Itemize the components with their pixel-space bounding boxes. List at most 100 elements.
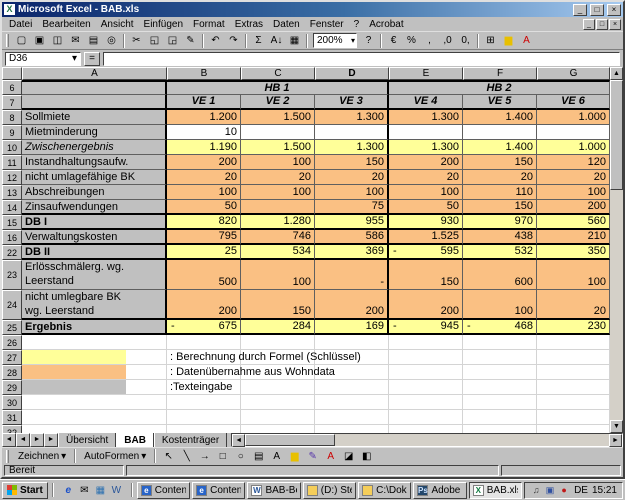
draw-menu-button[interactable]: Zeichnen ▾ — [14, 449, 70, 464]
start-button[interactable]: Start — [2, 482, 48, 499]
textbox-icon[interactable]: ▤ — [250, 448, 267, 464]
cell-D[interactable]: 586 — [315, 230, 389, 245]
menu-item-fenster[interactable]: Fenster — [305, 19, 349, 30]
task-button-adobe-photoshop[interactable]: PsAdobe Photoshop — [413, 482, 466, 499]
row-header-32[interactable]: 32 — [2, 425, 22, 433]
cell-C[interactable]: 20 — [241, 170, 315, 185]
zoom-select[interactable]: 200% ▾ — [313, 33, 357, 48]
line-color-icon[interactable]: ✎ — [304, 448, 321, 464]
cell-D32[interactable] — [315, 425, 389, 433]
cell-G[interactable]: 120 — [537, 155, 610, 170]
cell-C[interactable]: 100 — [241, 185, 315, 200]
cell-B[interactable]: 200 — [167, 155, 241, 170]
shadow-icon[interactable]: ◪ — [340, 448, 357, 464]
cell-G28[interactable] — [537, 365, 610, 380]
cell-D[interactable]: 1.300 — [315, 110, 389, 125]
autosum-icon[interactable]: Σ — [250, 33, 267, 49]
cell-A24[interactable]: nicht umlegbare BK wg. Leerstand — [22, 290, 167, 320]
cell-G[interactable]: 1.000 — [537, 140, 610, 155]
cell-C[interactable]: 284 — [241, 320, 315, 335]
cell-E[interactable]: 200 — [389, 290, 463, 320]
cell-B[interactable]: -675 — [167, 320, 241, 335]
cell-B[interactable]: 20 — [167, 170, 241, 185]
cell-F[interactable]: 100 — [463, 290, 537, 320]
cut-icon[interactable]: ✂ — [128, 33, 145, 49]
cell-E[interactable]: 50 — [389, 200, 463, 215]
chart-wizard-icon[interactable]: ▦ — [286, 33, 303, 49]
cell-D[interactable]: 75 — [315, 200, 389, 215]
font-color-icon[interactable]: A — [518, 33, 535, 49]
cell-F[interactable]: -468 — [463, 320, 537, 335]
column-header-ve-5[interactable]: VE 5 — [463, 95, 537, 110]
scroll-left-icon[interactable]: ◄ — [232, 434, 245, 447]
menu-item-extras[interactable]: Extras — [230, 19, 268, 30]
task-button-contenid[interactable]: eContenid... — [137, 482, 190, 499]
cell-G29[interactable] — [537, 380, 610, 395]
menu-item-help[interactable]: ? — [349, 19, 365, 30]
edit-formula-button[interactable]: = — [84, 52, 100, 66]
cell-G[interactable]: 1.000 — [537, 110, 610, 125]
cell-G[interactable] — [537, 125, 610, 140]
save-icon[interactable]: ◫ — [49, 33, 66, 49]
cell-C29[interactable] — [241, 380, 315, 395]
cell-E29[interactable] — [389, 380, 463, 395]
row-header-9[interactable]: 9 — [2, 125, 22, 140]
fill-color-icon[interactable]: ▆ — [286, 448, 303, 464]
cell-E[interactable]: 100 — [389, 185, 463, 200]
menu-item-einfügen[interactable]: Einfügen — [139, 19, 188, 30]
cell-A14[interactable]: Zinsaufwendungen — [22, 200, 167, 215]
row-header-29[interactable]: 29 — [2, 380, 22, 395]
cell-G[interactable]: 350 — [537, 245, 610, 260]
sheet-tab-kostenträger[interactable]: Kostenträger — [154, 433, 227, 447]
cell-E32[interactable] — [389, 425, 463, 433]
borders-icon[interactable]: ⊞ — [482, 33, 499, 49]
comma-style-icon[interactable]: , — [421, 33, 438, 49]
cell-F[interactable]: 1.400 — [463, 110, 537, 125]
row-header-8[interactable]: 8 — [2, 110, 22, 125]
cell-B31[interactable] — [167, 410, 241, 425]
row-header-14[interactable]: 14 — [2, 200, 22, 215]
cell-B[interactable]: 1.200 — [167, 110, 241, 125]
cell-A16[interactable]: Verwaltungskosten — [22, 230, 167, 245]
cell-A6[interactable] — [22, 80, 167, 95]
cell-F[interactable]: 20 — [463, 170, 537, 185]
toolbar-gripper[interactable] — [6, 34, 9, 47]
row-header-27[interactable]: 27 — [2, 350, 22, 365]
name-box[interactable]: D36 ▾ — [5, 52, 81, 66]
cell-D[interactable]: 100 — [315, 185, 389, 200]
volume-icon[interactable]: ♫ — [530, 484, 542, 496]
column-header-ve-6[interactable]: VE 6 — [537, 95, 610, 110]
horizontal-scrollbar[interactable]: ◄ ► — [231, 433, 623, 447]
scroll-down-icon[interactable]: ▼ — [610, 420, 623, 433]
cell-G27[interactable] — [537, 350, 610, 365]
display-settings-icon[interactable]: ▣ — [544, 484, 556, 496]
redo-icon[interactable]: ↷ — [225, 33, 242, 49]
title-bar[interactable]: X Microsoft Excel - BAB.xls _ □ × — [2, 2, 623, 17]
task-button-c-dokumente-und[interactable]: C:\Dokumente und... — [358, 482, 411, 499]
column-header-B[interactable]: B — [167, 67, 241, 80]
cell-A15[interactable]: DB I — [22, 215, 167, 230]
row-header-23[interactable]: 23 — [2, 260, 22, 290]
cell-C[interactable]: 100 — [241, 155, 315, 170]
cell-D[interactable]: 955 — [315, 215, 389, 230]
cell-F[interactable] — [463, 125, 537, 140]
column-header-ve-4[interactable]: VE 4 — [389, 95, 463, 110]
scroll-right-icon[interactable]: ► — [609, 434, 622, 447]
next-sheet-button[interactable]: ► — [30, 433, 44, 447]
cell-B[interactable]: 100 — [167, 185, 241, 200]
cell-D[interactable]: 200 — [315, 290, 389, 320]
cell-A12[interactable]: nicht umlagefähige BK — [22, 170, 167, 185]
cell-G30[interactable] — [537, 395, 610, 410]
cell-E[interactable]: 20 — [389, 170, 463, 185]
sort-ascending-icon[interactable]: A↓ — [268, 33, 285, 49]
cell-F31[interactable] — [463, 410, 537, 425]
cell-F30[interactable] — [463, 395, 537, 410]
cell-F32[interactable] — [463, 425, 537, 433]
cell-B30[interactable] — [167, 395, 241, 410]
cell-A22[interactable]: DB II — [22, 245, 167, 260]
cell-G[interactable]: 20 — [537, 170, 610, 185]
cell-A9[interactable]: Mietminderung — [22, 125, 167, 140]
cell-B32[interactable] — [167, 425, 241, 433]
cell-G[interactable]: 20 — [537, 290, 610, 320]
cell-C[interactable] — [241, 125, 315, 140]
